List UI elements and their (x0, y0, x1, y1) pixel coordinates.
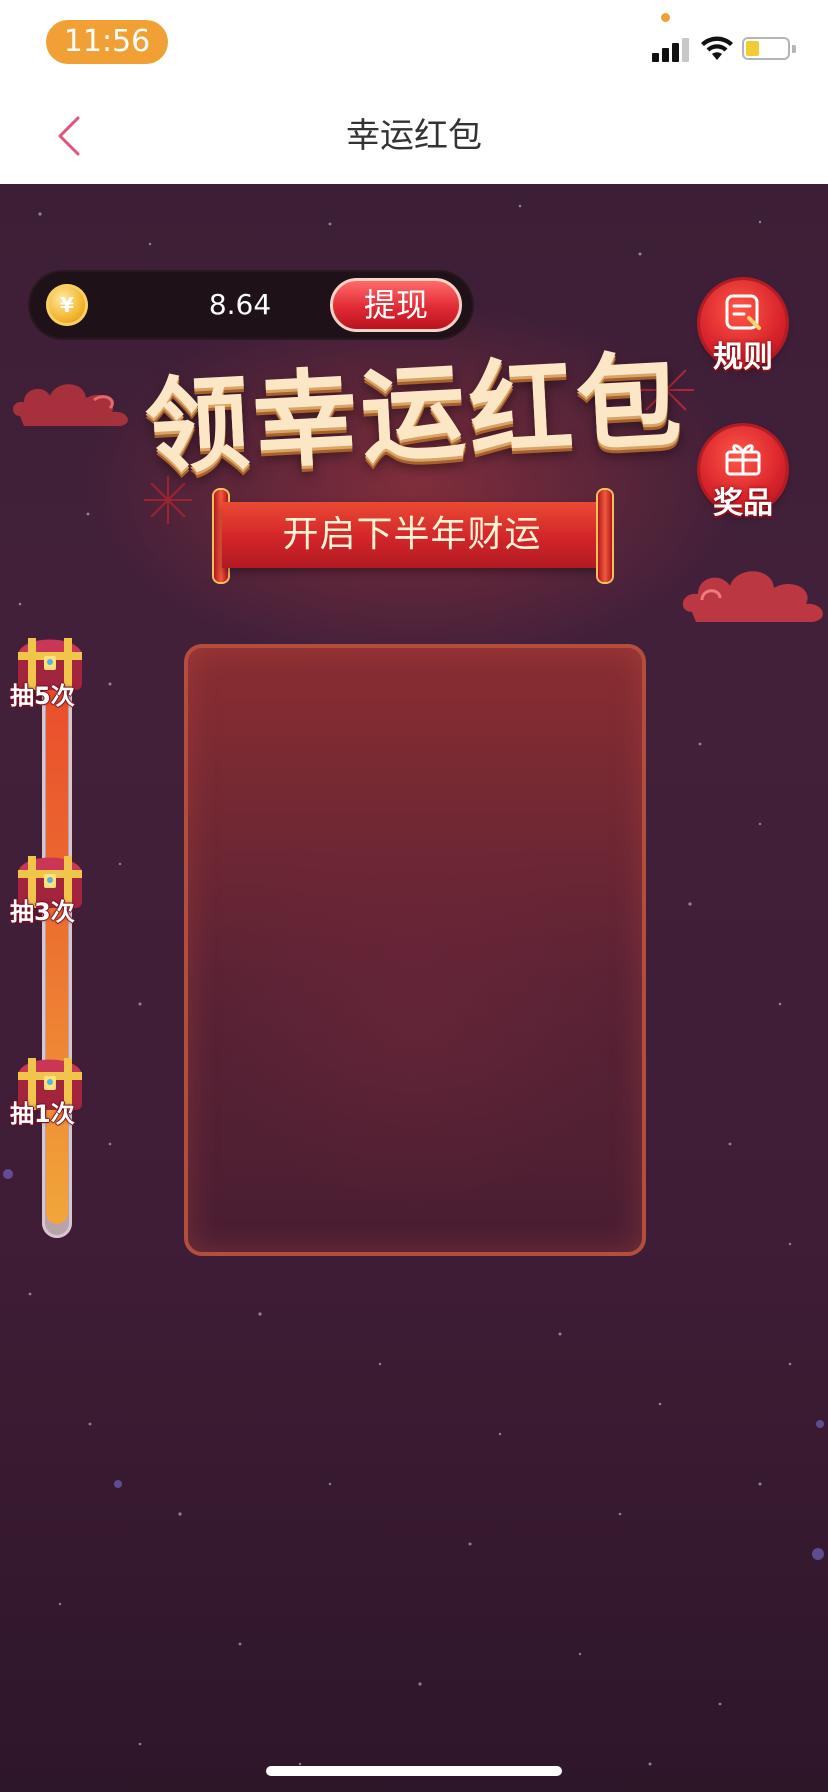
status-time: 11:56 (46, 20, 168, 64)
notepad-icon (725, 294, 761, 330)
battery-tip (792, 45, 796, 53)
prizes-label: 奖品 (713, 486, 773, 521)
balance-bar: ¥ 8.64 提现 (30, 272, 472, 338)
battery-icon (742, 37, 790, 60)
wifi-icon (701, 36, 733, 60)
chevron-left-icon (58, 116, 80, 156)
auspicious-cloud-icon (682, 571, 823, 622)
balance-amount: 8.64 (208, 288, 272, 321)
auspicious-cloud-icon (12, 384, 128, 426)
withdraw-button[interactable]: 提现 (330, 278, 462, 332)
game-area-glow (212, 808, 618, 1214)
milestone-label-5: 抽5次 (10, 682, 75, 710)
draw-progress-track (42, 644, 72, 1238)
coin-icon: ¥ (46, 284, 88, 326)
privacy-indicator-dot (661, 13, 670, 22)
milestone-label-1: 抽1次 (10, 1100, 75, 1128)
rules-label: 规则 (713, 340, 773, 375)
scroll-rod-right (598, 490, 612, 582)
redpacket-game-area[interactable] (184, 644, 646, 1256)
campaign-subtitle: 开启下半年财运 (282, 514, 542, 555)
nav-bar: 幸运红包 (0, 88, 828, 184)
status-bar: 11:56 (0, 0, 828, 88)
cellular-signal-icon (652, 36, 690, 62)
back-button[interactable] (44, 108, 100, 164)
draw-progress-fill (46, 644, 68, 1224)
lucky-redpacket-stage: ¥ 8.64 提现 规则 奖品 领幸运红包 开启下半年财运 抽5次 抽3次 抽1… (0, 184, 828, 1792)
gift-icon (725, 444, 761, 476)
campaign-banner: 开启下半年财运 (222, 502, 602, 568)
page-title: 幸运红包 (346, 116, 482, 156)
prizes-button[interactable]: 奖品 (700, 426, 786, 521)
rules-button[interactable]: 规则 (700, 280, 786, 375)
milestone-label-3: 抽3次 (10, 898, 75, 926)
home-indicator[interactable] (266, 1766, 562, 1776)
battery-level (746, 41, 759, 56)
